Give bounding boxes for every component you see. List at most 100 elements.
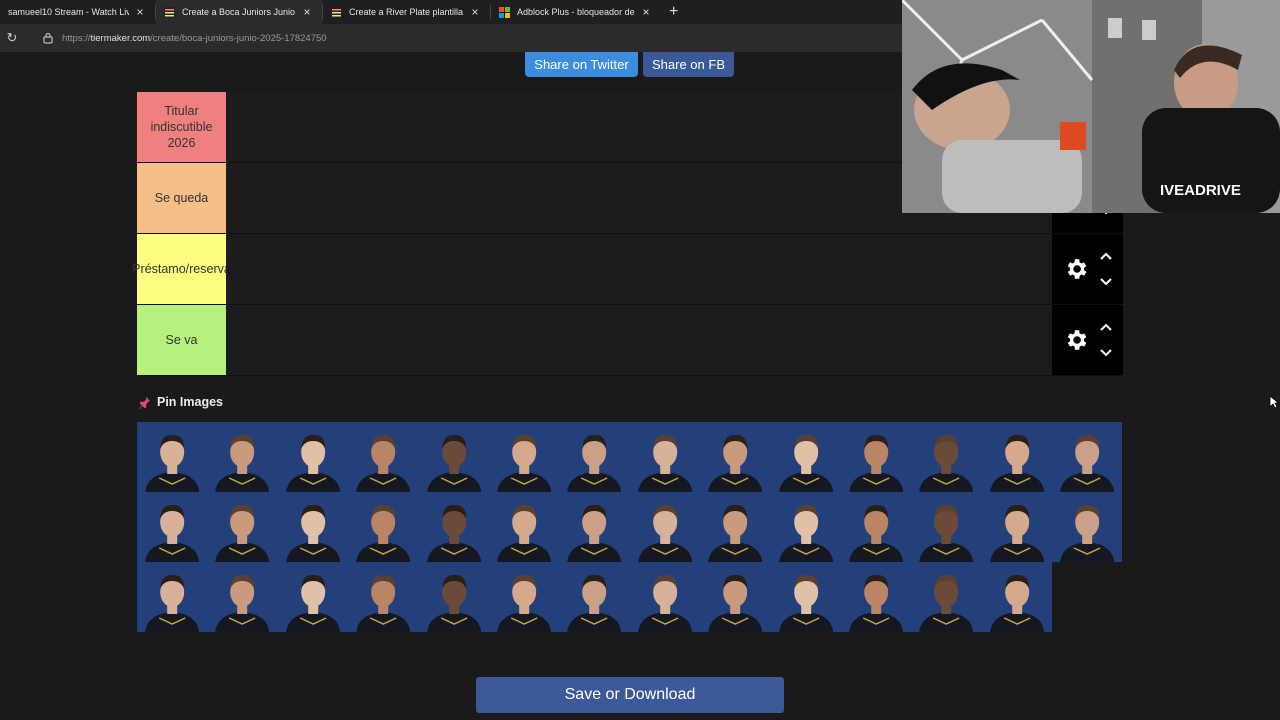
gear-icon[interactable] xyxy=(1063,256,1089,282)
player-portrait xyxy=(277,492,348,562)
chevron-up-icon[interactable] xyxy=(1099,320,1113,334)
tier-row: Préstamo/reserva xyxy=(132,234,1123,305)
player-image[interactable] xyxy=(700,422,771,492)
player-image[interactable] xyxy=(559,492,630,562)
player-portrait xyxy=(1052,492,1123,562)
player-portrait xyxy=(348,422,419,492)
player-image[interactable] xyxy=(348,422,419,492)
player-image[interactable] xyxy=(1052,422,1123,492)
url-field[interactable]: https://tiermaker.com/create/boca-junior… xyxy=(62,33,327,44)
reload-icon[interactable]: ↻ xyxy=(2,30,22,46)
player-image[interactable] xyxy=(840,492,912,562)
player-image[interactable] xyxy=(911,492,982,562)
webcam-shirt-text: IVEADRIVE xyxy=(1160,182,1241,199)
tab-title: samueel10 Stream - Watch Live o xyxy=(8,7,129,17)
player-portrait xyxy=(207,492,278,562)
tab-title: Adblock Plus - bloqueador de an xyxy=(517,7,635,17)
new-tab-button[interactable]: + xyxy=(661,3,686,21)
player-portrait xyxy=(981,422,1052,492)
player-image[interactable] xyxy=(911,422,982,492)
chevron-down-icon[interactable] xyxy=(1099,346,1113,360)
player-portrait xyxy=(137,562,208,632)
player-image[interactable] xyxy=(207,492,278,562)
close-tab-icon[interactable]: × xyxy=(468,5,482,19)
player-image[interactable] xyxy=(981,492,1053,562)
player-image[interactable] xyxy=(277,492,349,562)
player-image[interactable] xyxy=(770,492,841,562)
chevron-up-icon[interactable] xyxy=(1099,249,1113,263)
player-image[interactable] xyxy=(418,492,489,562)
tier-label[interactable]: Se va xyxy=(137,305,226,375)
browser-tab-active[interactable]: Create a Boca Juniors Junio 2025 × xyxy=(156,0,322,24)
pin-images-toggle[interactable]: Pin Images xyxy=(138,395,223,409)
player-portrait xyxy=(418,422,489,492)
close-tab-icon[interactable]: × xyxy=(300,5,314,19)
player-portrait xyxy=(629,562,700,632)
player-image[interactable] xyxy=(137,492,208,562)
player-image[interactable] xyxy=(137,562,208,632)
tab-title: Create a Boca Juniors Junio 2025 xyxy=(182,7,296,17)
player-image[interactable] xyxy=(207,422,278,492)
tier-label[interactable]: Se queda xyxy=(137,163,226,233)
tier-label[interactable]: Préstamo/reserva xyxy=(132,234,231,304)
player-image[interactable] xyxy=(418,562,489,632)
save-or-download-button[interactable]: Save or Download xyxy=(476,677,784,713)
player-portrait xyxy=(348,492,419,562)
close-tab-icon[interactable]: × xyxy=(639,5,653,19)
player-portrait xyxy=(770,562,841,632)
player-portrait xyxy=(700,422,771,492)
player-image[interactable] xyxy=(700,562,771,632)
player-portrait xyxy=(911,422,982,492)
tier-row: Se va xyxy=(137,305,1123,376)
player-image[interactable] xyxy=(770,562,841,632)
share-twitter-button[interactable]: Share on Twitter xyxy=(525,52,638,77)
player-image[interactable] xyxy=(840,562,912,632)
player-image[interactable] xyxy=(629,492,701,562)
pushpin-icon xyxy=(139,396,150,409)
player-image[interactable] xyxy=(488,492,560,562)
player-portrait xyxy=(911,492,982,562)
browser-tab[interactable]: samueel10 Stream - Watch Live o × xyxy=(0,0,155,24)
tier-drop-zone[interactable] xyxy=(226,305,1052,375)
player-image[interactable] xyxy=(137,422,208,492)
player-image[interactable] xyxy=(770,422,841,492)
player-image[interactable] xyxy=(207,562,278,632)
player-image[interactable] xyxy=(840,422,912,492)
player-image[interactable] xyxy=(981,422,1053,492)
player-image[interactable] xyxy=(348,492,419,562)
player-portrait xyxy=(629,422,700,492)
player-image[interactable] xyxy=(629,422,701,492)
player-image[interactable] xyxy=(488,422,560,492)
site-info-icon[interactable] xyxy=(42,32,54,44)
player-image[interactable] xyxy=(629,562,701,632)
player-portrait xyxy=(981,562,1052,632)
player-portrait xyxy=(981,492,1052,562)
player-image[interactable] xyxy=(981,562,1053,632)
tier-controls xyxy=(1052,234,1123,304)
player-image[interactable] xyxy=(418,422,489,492)
player-portrait xyxy=(770,492,841,562)
tier-label[interactable]: Titular indiscutible 2026 xyxy=(137,92,226,162)
player-image[interactable] xyxy=(700,492,771,562)
player-image[interactable] xyxy=(348,562,419,632)
browser-tab[interactable]: Adblock Plus - bloqueador de an × xyxy=(491,0,661,24)
tier-drop-zone[interactable] xyxy=(226,234,1052,304)
player-portrait xyxy=(489,562,560,632)
player-image[interactable] xyxy=(1052,492,1123,562)
share-fb-button[interactable]: Share on FB xyxy=(643,52,734,77)
chevron-down-icon[interactable] xyxy=(1099,275,1113,289)
player-portrait xyxy=(207,422,278,492)
player-portrait xyxy=(277,422,348,492)
player-image[interactable] xyxy=(559,422,630,492)
close-tab-icon[interactable]: × xyxy=(133,5,147,19)
pin-images-label: Pin Images xyxy=(157,395,223,409)
player-image[interactable] xyxy=(277,562,349,632)
player-image[interactable] xyxy=(488,562,560,632)
player-image[interactable] xyxy=(911,562,982,632)
browser-tab[interactable]: Create a River Plate plantilla 25/2 × xyxy=(323,0,490,24)
player-image[interactable] xyxy=(277,422,349,492)
player-image[interactable] xyxy=(559,562,630,632)
gear-icon[interactable] xyxy=(1063,327,1089,353)
player-portrait xyxy=(207,562,278,632)
mouse-cursor-icon xyxy=(1269,395,1279,409)
